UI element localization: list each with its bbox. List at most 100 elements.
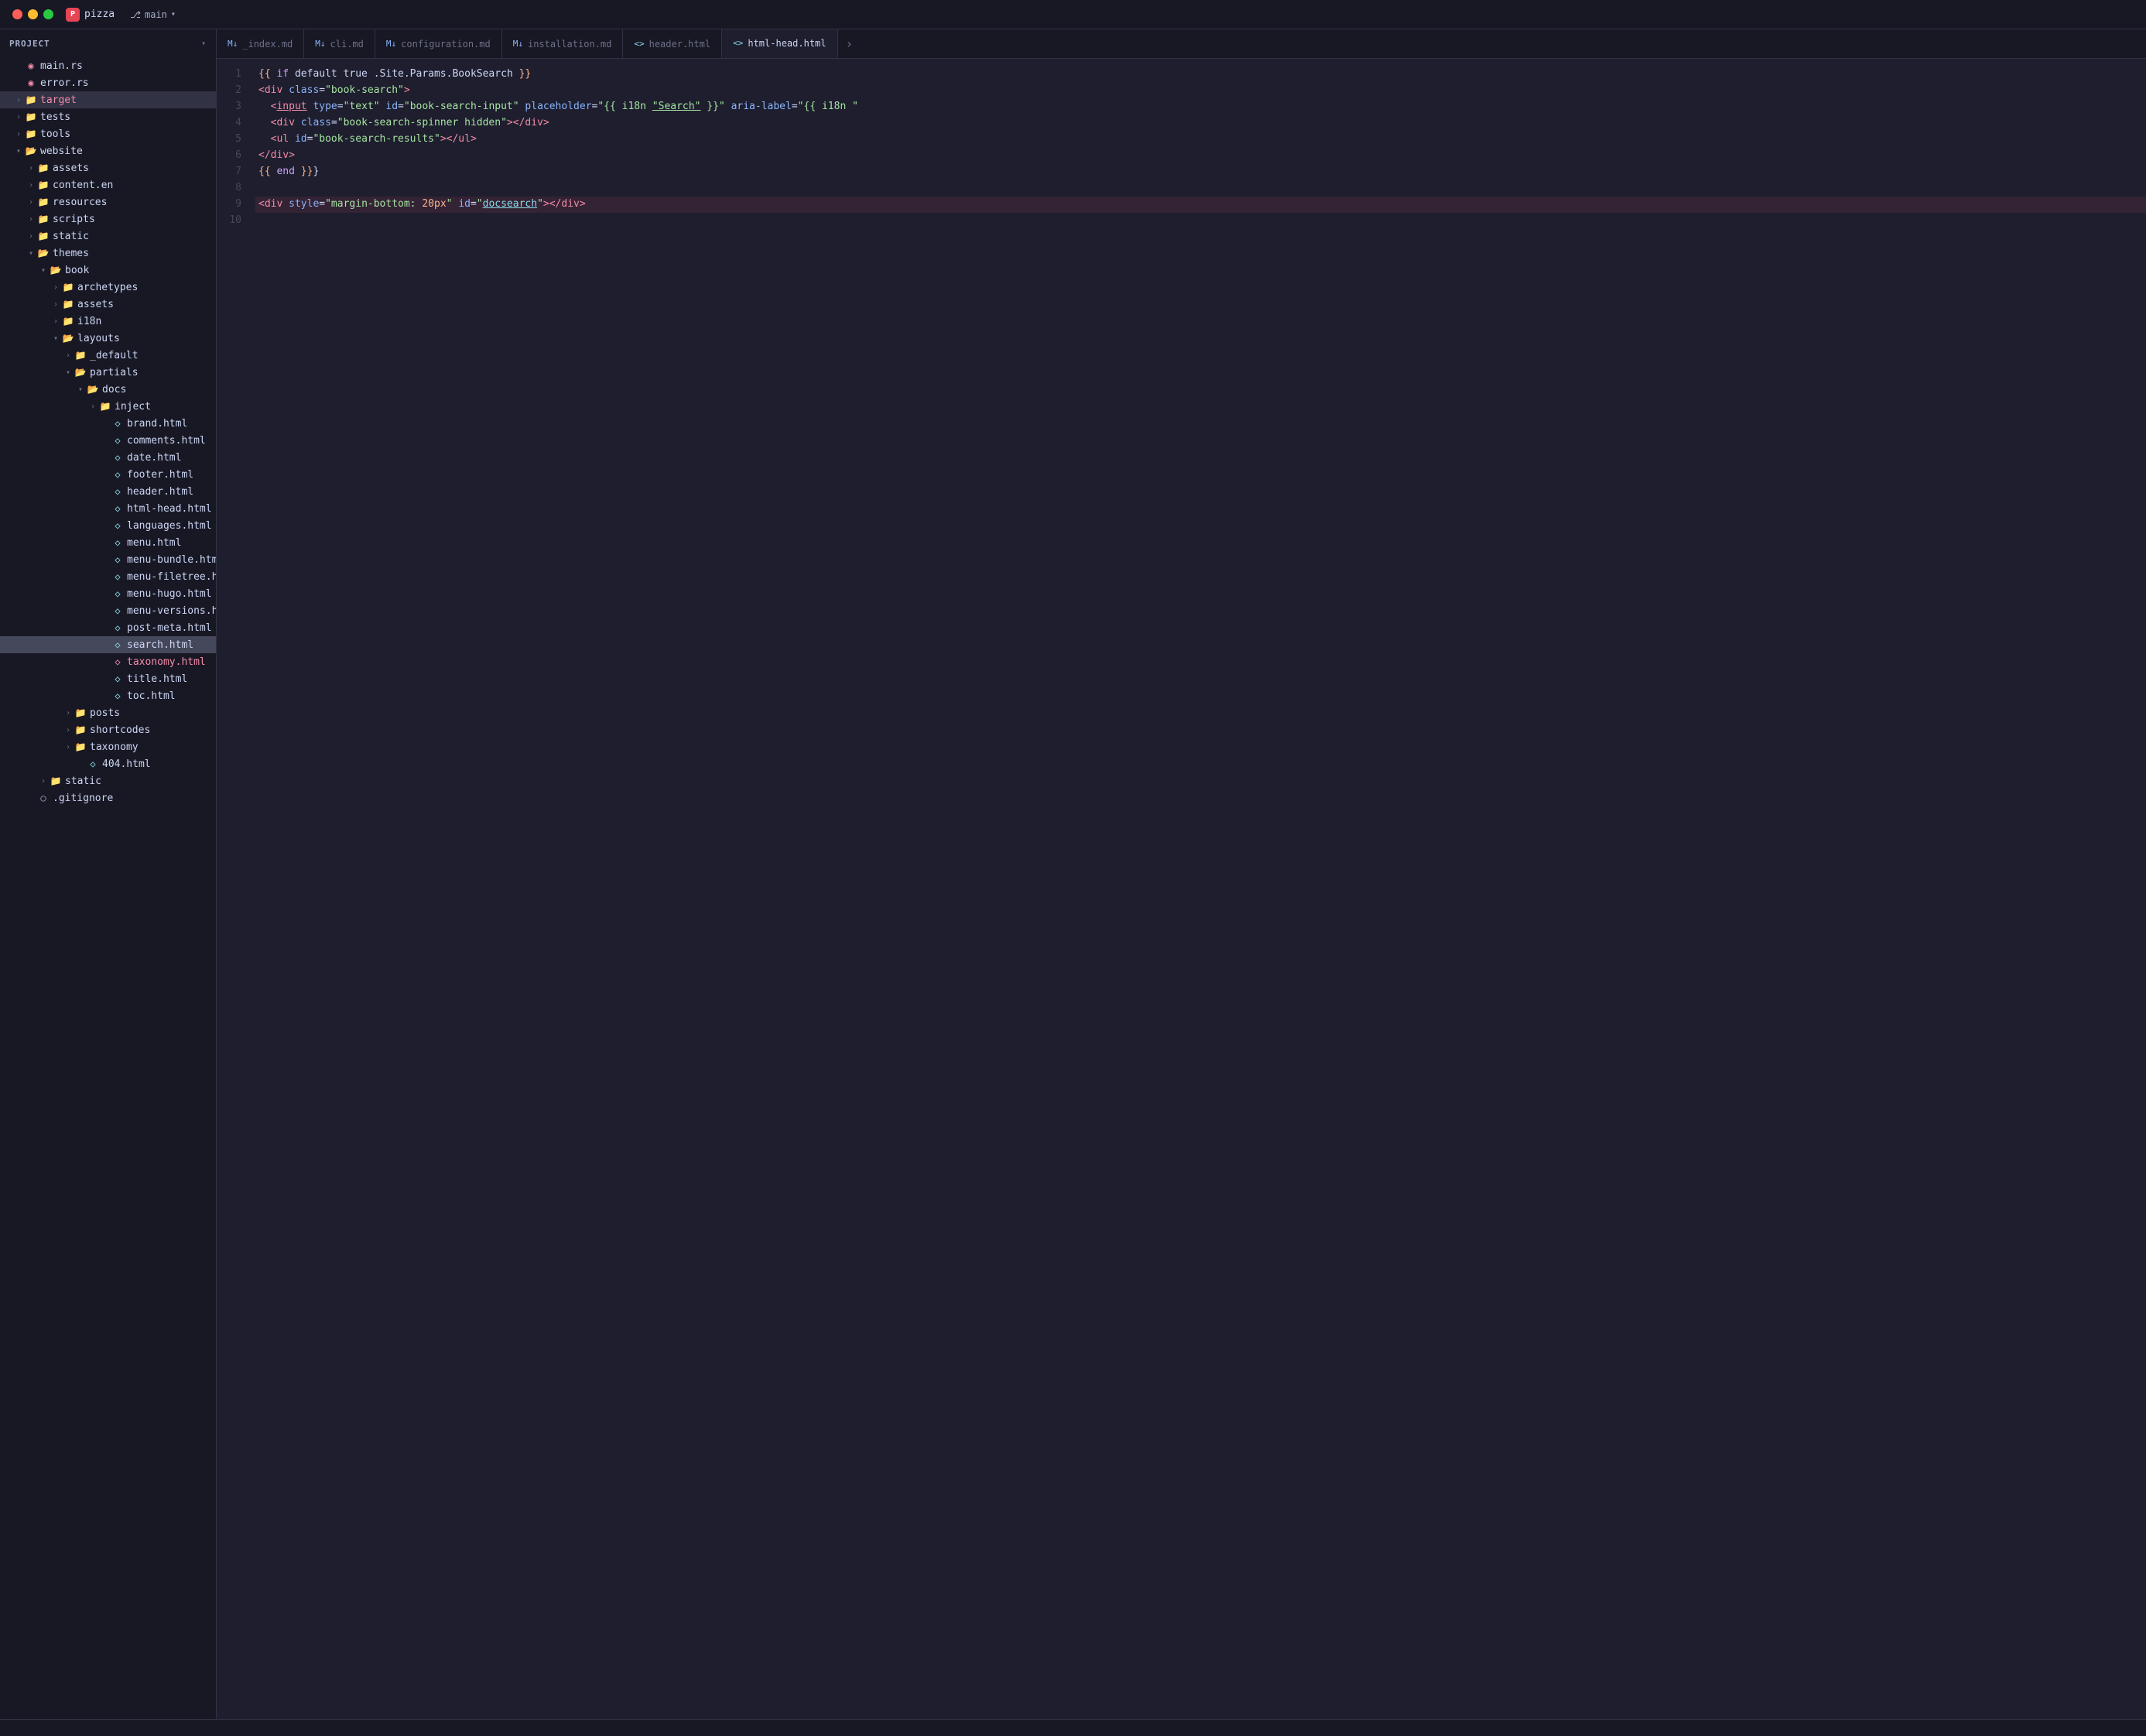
sidebar-item-shortcodes[interactable]: 📁 shortcodes — [0, 721, 216, 738]
token: "docsearch" — [477, 197, 543, 213]
sidebar-item-menu-bundle-html[interactable]: ◇ menu-bundle.html — [0, 551, 216, 568]
sidebar-item-brand-html[interactable]: ◇ brand.html — [0, 415, 216, 432]
html-icon: <> — [733, 38, 743, 48]
sidebar-item-toc-html[interactable]: ◇ toc.html — [0, 687, 216, 704]
sidebar-item-static-book[interactable]: 📁 static — [0, 772, 216, 789]
sidebar-item-main-rs[interactable]: ◉ main.rs — [0, 57, 216, 74]
app-name: pizza — [84, 9, 115, 20]
sidebar-item-scripts[interactable]: 📁 scripts — [0, 211, 216, 228]
token: "book-search-results" — [313, 132, 440, 148]
sidebar-item-html-head-html[interactable]: ◇ html-head.html — [0, 500, 216, 517]
sidebar-item-inject[interactable]: 📁 inject — [0, 398, 216, 415]
sidebar-item-date-html[interactable]: ◇ date.html — [0, 449, 216, 466]
tab-html-head-html[interactable]: <> html-head.html — [722, 29, 837, 58]
sidebar-item-target[interactable]: 📁 target — [0, 91, 216, 108]
token: "text" — [344, 99, 380, 115]
tree-arrow — [12, 111, 25, 123]
sidebar-item-i18n[interactable]: 📁 i18n — [0, 313, 216, 330]
code-lines[interactable]: {{ if default true .Site.Params.BookSear… — [255, 59, 2146, 1719]
sidebar-item-themes[interactable]: 📂 themes — [0, 245, 216, 262]
tree-arrow — [25, 196, 37, 208]
folder-icon: 📁 — [37, 213, 50, 225]
sidebar-item-static[interactable]: 📁 static — [0, 228, 216, 245]
sidebar-item-content-en[interactable]: 📁 content.en — [0, 176, 216, 193]
tab-header-html[interactable]: <> header.html — [623, 29, 722, 58]
sidebar-item-menu-filetree-html[interactable]: ◇ menu-filetree.html — [0, 568, 216, 585]
sidebar-item-search-html[interactable]: ◇ search.html — [0, 636, 216, 653]
sidebar-item-footer-html[interactable]: ◇ footer.html — [0, 466, 216, 483]
sidebar-item-comments-html[interactable]: ◇ comments.html — [0, 432, 216, 449]
sidebar-item-layouts[interactable]: 📂 layouts — [0, 330, 216, 347]
tab-more-button[interactable]: › — [838, 29, 861, 58]
sidebar-item-label: toc.html — [127, 690, 176, 702]
token: placeholder — [525, 99, 591, 115]
tree-arrow — [62, 724, 74, 736]
sidebar-item-label: menu-hugo.html — [127, 588, 212, 600]
sidebar-item-menu-versions-html[interactable]: ◇ menu-versions.html — [0, 602, 216, 619]
line-num-4: 4 — [217, 115, 241, 132]
tree-arrow — [62, 707, 74, 719]
close-button[interactable] — [12, 9, 22, 19]
sidebar-item-taxonomy[interactable]: 📁 taxonomy — [0, 738, 216, 755]
sidebar-item-title-html[interactable]: ◇ title.html — [0, 670, 216, 687]
line-num-8: 8 — [217, 180, 241, 197]
sidebar-item-assets-book[interactable]: 📁 assets — [0, 296, 216, 313]
tree-arrow — [12, 145, 25, 157]
tab-cli-md[interactable]: M↓ cli.md — [304, 29, 375, 58]
file-icon: ◇ — [111, 519, 124, 532]
token: ></div> — [507, 115, 549, 132]
sidebar-item-post-meta-html[interactable]: ◇ post-meta.html — [0, 619, 216, 636]
sidebar-item-tools[interactable]: 📁 tools — [0, 125, 216, 142]
code-line-6: </div> — [255, 148, 2146, 164]
sidebar-item-languages-html[interactable]: ◇ languages.html — [0, 517, 216, 534]
sidebar-item-assets[interactable]: 📁 assets — [0, 159, 216, 176]
code-line-2: <div class = "book-search" > — [255, 83, 2146, 99]
code-line-7: {{ end }} } — [255, 164, 2146, 180]
sidebar-item-label: target — [40, 94, 77, 106]
token: {{ — [258, 164, 271, 180]
sidebar-item-resources[interactable]: 📁 resources — [0, 193, 216, 211]
file-icon: ◉ — [25, 60, 37, 72]
token — [289, 132, 295, 148]
sidebar-item-archetypes[interactable]: 📁 archetypes — [0, 279, 216, 296]
sidebar-item-docs[interactable]: 📂 docs — [0, 381, 216, 398]
folder-icon: 📂 — [62, 332, 74, 344]
sidebar-item-menu-hugo-html[interactable]: ◇ menu-hugo.html — [0, 585, 216, 602]
sidebar-item-taxonomy-html[interactable]: ◇ taxonomy.html — [0, 653, 216, 670]
sidebar-item-partials[interactable]: 📂 partials — [0, 364, 216, 381]
editor-content[interactable]: 1 2 3 4 5 6 7 8 9 10 {{ if default true … — [217, 59, 2146, 1719]
folder-icon: 📁 — [62, 315, 74, 327]
tree-arrow — [50, 298, 62, 310]
sidebar-item-website[interactable]: 📂 website — [0, 142, 216, 159]
titlebar: P pizza ⎇ main ▾ — [0, 0, 2146, 29]
sidebar-item-menu-html[interactable]: ◇ menu.html — [0, 534, 216, 551]
sidebar-item-posts[interactable]: 📁 posts — [0, 704, 216, 721]
file-icon: ◇ — [111, 536, 124, 549]
sidebar-item-default[interactable]: 📁 _default — [0, 347, 216, 364]
folder-icon: 📁 — [74, 349, 87, 361]
tab-configuration-md[interactable]: M↓ configuration.md — [375, 29, 502, 58]
tab-installation-md[interactable]: M↓ installation.md — [502, 29, 624, 58]
sidebar-item-label: inject — [115, 401, 151, 413]
branch-indicator[interactable]: ⎇ main ▾ — [130, 9, 176, 20]
token: id — [295, 132, 307, 148]
file-icon: ◇ — [111, 639, 124, 651]
tree-arrow — [25, 179, 37, 191]
token — [725, 99, 731, 115]
sidebar-item-book[interactable]: 📂 book — [0, 262, 216, 279]
sidebar-item-label: assets — [53, 163, 89, 174]
line-num-6: 6 — [217, 148, 241, 164]
sidebar-item-404-html[interactable]: ◇ 404.html — [0, 755, 216, 772]
sidebar-item-gitignore[interactable]: ○ .gitignore — [0, 789, 216, 806]
sidebar-item-header-html[interactable]: ◇ header.html — [0, 483, 216, 500]
maximize-button[interactable] — [43, 9, 53, 19]
minimize-button[interactable] — [28, 9, 38, 19]
sidebar-tree: ◉ main.rs ◉ error.rs 📁 target 📁 — [0, 57, 216, 1719]
sidebar-item-tests[interactable]: 📁 tests — [0, 108, 216, 125]
token: " — [447, 197, 453, 213]
sidebar-chevron-icon: ▾ — [201, 39, 207, 48]
folder-icon: 📁 — [25, 94, 37, 106]
token: <ul — [271, 132, 289, 148]
tab-index-md[interactable]: M↓ _index.md — [217, 29, 304, 58]
sidebar-item-error-rs[interactable]: ◉ error.rs — [0, 74, 216, 91]
